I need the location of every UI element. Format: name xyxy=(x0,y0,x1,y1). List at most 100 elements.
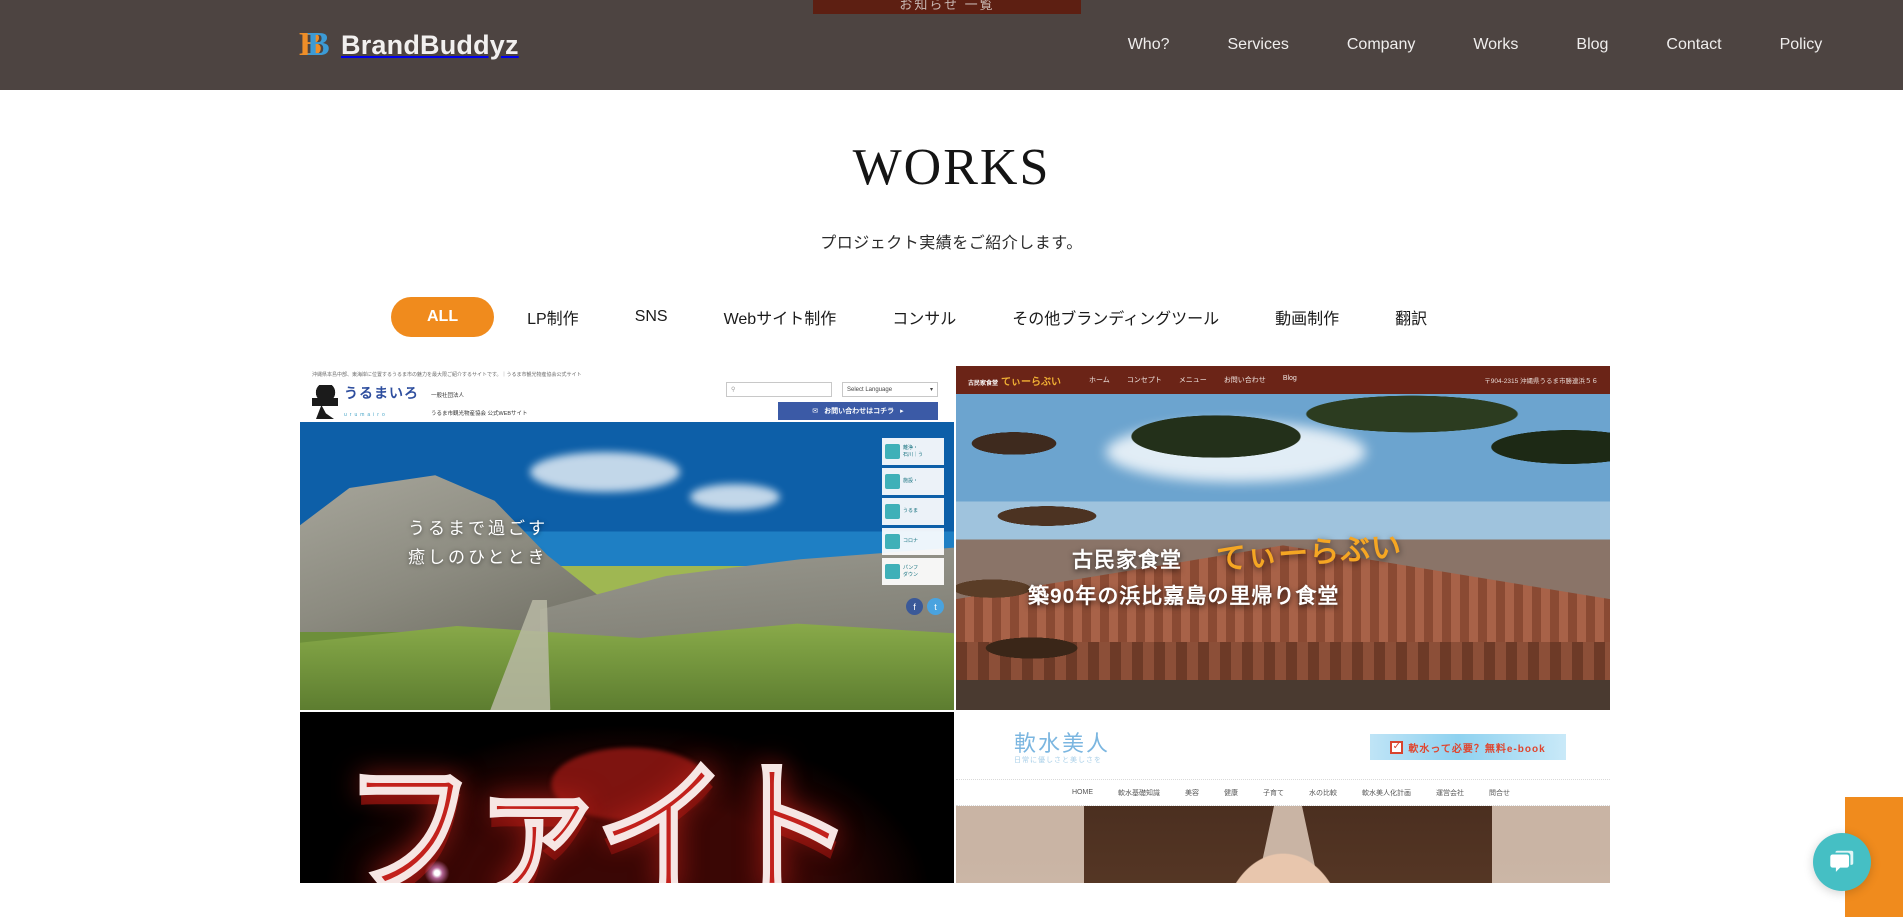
notice-badge[interactable]: お知らせ 一覧 xyxy=(813,0,1081,14)
chevron-down-icon: ▾ xyxy=(929,387,933,393)
urumairo-side-item[interactable]: パンフ ダウン xyxy=(882,558,944,585)
urumairo-language-select[interactable]: Select Language ▾ xyxy=(842,382,938,397)
mail-icon: ✉ xyxy=(812,408,819,415)
filter-tab-translate[interactable]: 翻訳 xyxy=(1395,305,1427,329)
work-card-urumairo[interactable]: 沖縄県本島中部、東海岸に位置するうるま市の魅力を最大限ご紹介するサイトです。｜う… xyxy=(300,366,954,710)
filter-tab-website[interactable]: Webサイト制作 xyxy=(724,305,837,329)
page-header-section: WORKS プロジェクト実績をご紹介します。 xyxy=(0,90,1903,253)
filter-tab-consul[interactable]: コンサル xyxy=(892,305,956,329)
arrow-right-icon: ▸ xyxy=(900,408,904,415)
facebook-icon[interactable]: f xyxy=(906,598,923,615)
urumairo-mascot-icon xyxy=(312,385,338,419)
nansui-nav-compare[interactable]: 水の比較 xyxy=(1309,788,1337,798)
site-header: お知らせ 一覧 B B BrandBuddyz Who? Services Co… xyxy=(0,0,1903,90)
face-shape xyxy=(1197,824,1369,883)
teeraabui-nav-concept[interactable]: コンセプト xyxy=(1127,375,1162,385)
nav-item-services[interactable]: Services xyxy=(1199,36,1318,54)
side-item-line2: 石川｜う xyxy=(903,451,924,458)
nansui-nav: HOME 軟水基礎知識 美容 健康 子育て 水の比較 軟水美人化計画 運営会社 … xyxy=(956,780,1610,806)
urumairo-search-input[interactable]: ⚲ xyxy=(726,382,832,397)
teeraabui-logo: 古民家食堂 てぃーらぶい xyxy=(968,373,1061,388)
teeraabui-hero-title-jp: 古民家食堂 xyxy=(1072,549,1182,572)
urumairo-logo-sub1: 一般社団法人 xyxy=(431,393,465,399)
urumairo-hero-image: うるまで過ごす 癒しのひととき 離浄・ 石川｜う 施設・ うるま コロナ パンフ… xyxy=(300,422,954,710)
nav-item-blog[interactable]: Blog xyxy=(1547,36,1637,54)
nansui-nav-parenting[interactable]: 子育て xyxy=(1263,788,1284,798)
teeraabui-logo-brand: てぃーらぶい xyxy=(1001,376,1062,388)
page-subtitle: プロジェクト実績をご紹介します。 xyxy=(820,235,1083,252)
nansui-nav-health[interactable]: 健康 xyxy=(1224,788,1238,798)
urumairo-contact-label: お問い合わせはコチラ xyxy=(824,408,895,415)
language-select-value: Select Language xyxy=(847,386,893,393)
teeraabui-nav: ホーム コンセプト メニュー お問い合わせ Blog xyxy=(1089,375,1297,385)
urumairo-side-item[interactable]: 施設・ xyxy=(882,468,944,495)
cloud-shape xyxy=(530,452,680,492)
works-grid-viewport: 沖縄県本島中部、東海岸に位置するうるま市の魅力を最大限ご紹介するサイトです。｜う… xyxy=(0,337,1903,883)
category-filter-bar: ALL LP制作 SNS Webサイト制作 コンサル その他ブランディングツール… xyxy=(0,297,1903,337)
filter-tab-video[interactable]: 動画制作 xyxy=(1275,305,1339,329)
document-icon xyxy=(885,444,900,459)
urumairo-side-panel: 離浄・ 石川｜う 施設・ うるま コロナ パンフ ダウン xyxy=(882,438,944,585)
nansui-ebook-banner[interactable]: ✓ 軟水って必要？無料e-book xyxy=(1370,734,1566,760)
nansui-site-header: 軟水美人 日常に優しさと美しさを ✓ 軟水って必要？無料e-book xyxy=(956,712,1610,780)
urumairo-contact-button[interactable]: ✉ お問い合わせはコチラ ▸ xyxy=(778,402,938,420)
urumairo-logo-jp: うるまいろ xyxy=(344,385,419,401)
filter-tab-lp[interactable]: LP制作 xyxy=(527,305,579,329)
work-card-teeraabui[interactable]: 古民家食堂 てぃーらぶい ホーム コンセプト メニュー お問い合わせ Blog 〒… xyxy=(956,366,1610,710)
teeraabui-nav-home[interactable]: ホーム xyxy=(1089,375,1110,385)
nav-item-company[interactable]: Company xyxy=(1318,36,1444,54)
nansui-nav-company[interactable]: 運営会社 xyxy=(1436,788,1464,798)
works-grid: 沖縄県本島中部、東海岸に位置するうるま市の魅力を最大限ご紹介するサイトです。｜う… xyxy=(300,366,1610,883)
foliage-shape xyxy=(1076,394,1610,504)
nansui-nav-beauty[interactable]: 美容 xyxy=(1185,788,1199,798)
chat-widget-button[interactable] xyxy=(1813,833,1871,891)
urumairo-hero-line1: うるまで過ごす xyxy=(408,519,549,538)
red-logo-text: ファイト xyxy=(343,749,856,883)
search-icon: ⚲ xyxy=(731,387,736,393)
teeraabui-nav-contact[interactable]: お問い合わせ xyxy=(1224,375,1266,385)
urumairo-utility-row: ⚲ Select Language ▾ xyxy=(726,382,938,397)
teeraabui-nav-blog[interactable]: Blog xyxy=(1283,375,1297,385)
teeraabui-logo-jp: 古民家食堂 xyxy=(968,380,999,387)
urumairo-logo-sub2: うるま市観光物産協会 公式WEBサイト xyxy=(431,411,528,417)
download-icon xyxy=(885,564,900,579)
urumairo-hero-line2: 癒しのひととき xyxy=(408,548,548,567)
urumairo-tagline: 沖縄県本島中部、東海岸に位置するうるま市の魅力を最大限ご紹介するサイトです。｜う… xyxy=(312,372,582,378)
side-item-line1: 施設・ xyxy=(903,478,919,484)
twitter-icon[interactable]: t xyxy=(927,598,944,615)
urumairo-side-item[interactable]: うるま xyxy=(882,498,944,525)
main-navigation: Who? Services Company Works Blog Contact… xyxy=(1099,36,1852,54)
urumairo-side-item[interactable]: 離浄・ 石川｜う xyxy=(882,438,944,465)
chat-bubble-icon xyxy=(1830,850,1854,872)
cloud-shape xyxy=(690,484,780,510)
urumairo-social-links: f t xyxy=(906,598,944,615)
nansui-nav-home[interactable]: HOME xyxy=(1072,789,1093,796)
nansui-nav-contact[interactable]: 問合せ xyxy=(1489,788,1510,798)
urumairo-site-header: 沖縄県本島中部、東海岸に位置するうるま市の魅力を最大限ご紹介するサイトです。｜う… xyxy=(300,366,954,422)
filter-tab-sns[interactable]: SNS xyxy=(635,308,668,326)
filter-tab-all[interactable]: ALL xyxy=(391,297,495,337)
virus-icon xyxy=(885,534,900,549)
checkbox-checked-icon: ✓ xyxy=(1390,740,1404,754)
nansui-nav-basics[interactable]: 軟水基礎知識 xyxy=(1118,788,1160,798)
sparkle-icon xyxy=(424,860,450,883)
urumairo-logo-en: urumairo xyxy=(344,412,388,418)
nav-item-contact[interactable]: Contact xyxy=(1637,36,1750,54)
work-card-nansui-bijin[interactable]: 軟水美人 日常に優しさと美しさを ✓ 軟水って必要？無料e-book HOME … xyxy=(956,712,1610,883)
brand-logo-link[interactable]: B B BrandBuddyz xyxy=(299,28,519,62)
filter-tab-branding[interactable]: その他ブランディングツール xyxy=(1012,305,1219,329)
nansui-hero-image xyxy=(956,806,1610,883)
teeraabui-site-header: 古民家食堂 てぃーらぶい ホーム コンセプト メニュー お問い合わせ Blog 〒… xyxy=(956,366,1610,394)
nansui-nav-plan[interactable]: 軟水美人化計画 xyxy=(1362,788,1411,798)
urumairo-side-item[interactable]: コロナ xyxy=(882,528,944,555)
side-item-line1: コロナ xyxy=(903,538,919,544)
nav-item-who[interactable]: Who? xyxy=(1099,36,1199,54)
teeraabui-hero-image: 古民家食堂 てぃーらぶい 築90年の浜比嘉島の里帰り食堂 xyxy=(956,394,1610,710)
side-item-line1: パンフ xyxy=(903,564,919,571)
logo-glyph-blue: B xyxy=(307,26,330,63)
nav-item-policy[interactable]: Policy xyxy=(1751,36,1852,54)
nav-item-works[interactable]: Works xyxy=(1444,36,1547,54)
work-card-red-logo[interactable]: ファイト xyxy=(300,712,954,883)
teeraabui-nav-menu[interactable]: メニュー xyxy=(1179,375,1207,385)
nansui-brand-name: 軟水美人 xyxy=(1014,731,1111,756)
